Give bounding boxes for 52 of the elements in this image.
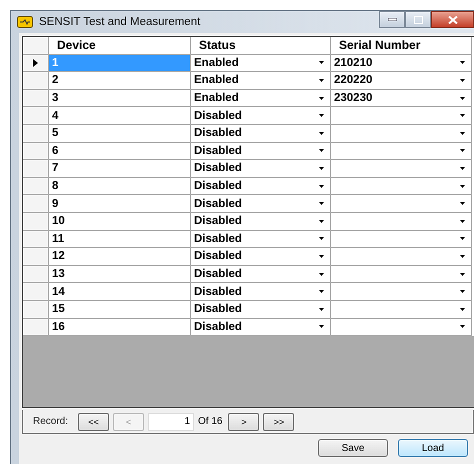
minimize-button[interactable] — [379, 11, 405, 28]
dropdown-arrow-icon — [460, 237, 465, 240]
dropdown-arrow-icon — [460, 220, 465, 223]
dropdown-arrow-icon — [460, 78, 465, 82]
dropdown-arrow-icon — [319, 132, 324, 135]
last-record-button[interactable]: >> — [263, 412, 294, 430]
dropdown-arrow-icon — [319, 78, 324, 82]
dropdown-arrow-icon — [319, 254, 324, 258]
load-button[interactable]: Load — [398, 439, 468, 457]
record-number-field[interactable]: 1 — [148, 412, 194, 430]
dropdown-arrow-icon — [460, 325, 465, 328]
dropdown-arrow-icon — [319, 290, 324, 294]
close-icon — [448, 16, 458, 24]
dropdown-arrow-icon — [319, 61, 324, 64]
record-label: Record: — [33, 416, 68, 427]
dropdown-arrow-icon — [460, 184, 465, 188]
serial-dropdown[interactable] — [331, 318, 472, 336]
dropdown-arrow-icon — [319, 220, 324, 223]
dropdown-arrow-icon — [319, 272, 324, 276]
dropdown-arrow-icon — [319, 184, 324, 188]
dropdown-arrow-icon — [319, 96, 324, 100]
dropdown-arrow-icon — [319, 237, 324, 240]
dropdown-arrow-icon — [319, 308, 324, 311]
minimize-icon — [388, 18, 396, 21]
dropdown-arrow-icon — [460, 149, 465, 152]
next-record-button[interactable]: > — [228, 412, 260, 430]
app-icon — [17, 16, 33, 28]
dropdown-arrow-icon — [319, 114, 324, 118]
dropdown-arrow-icon — [460, 254, 465, 258]
dropdown-arrow-icon — [319, 149, 324, 152]
dropdown-arrow-icon — [460, 96, 465, 100]
dropdown-arrow-icon — [460, 166, 465, 170]
status-dropdown[interactable]: Disabled — [191, 318, 331, 336]
record-count: Of 16 — [198, 416, 222, 427]
maximize-button[interactable] — [405, 11, 431, 28]
dropdown-arrow-icon — [460, 114, 465, 118]
save-button[interactable]: Save — [318, 439, 388, 457]
dropdown-arrow-icon — [460, 272, 465, 276]
dropdown-arrow-icon — [460, 202, 465, 206]
dropdown-arrow-icon — [460, 132, 465, 135]
dropdown-arrow-icon — [460, 61, 465, 64]
first-record-button[interactable]: << — [78, 412, 110, 430]
dropdown-arrow-icon — [319, 166, 324, 170]
dropdown-arrow-icon — [460, 290, 465, 294]
dropdown-arrow-icon — [319, 202, 324, 206]
dropdown-arrow-icon — [460, 308, 465, 311]
close-button[interactable] — [431, 11, 474, 28]
table-cell[interactable]: 16 — [49, 318, 191, 336]
window-title: SENSIT Test and Measurement — [39, 16, 200, 28]
row-header[interactable] — [23, 54, 49, 72]
maximize-icon — [414, 16, 422, 24]
dropdown-arrow-icon — [319, 325, 324, 328]
